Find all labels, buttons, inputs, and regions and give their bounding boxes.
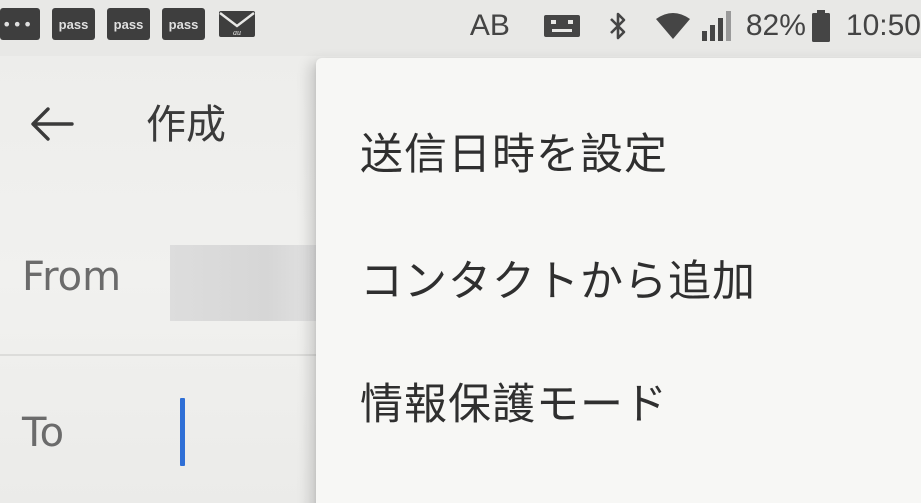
text-cursor: [180, 398, 185, 466]
pass-icon-label: pass: [113, 16, 144, 32]
clock: 10:50: [845, 9, 921, 42]
field-divider: [0, 354, 330, 356]
cellular-signal-icon: [701, 11, 731, 41]
battery-percentage: 82%: [745, 9, 806, 42]
menu-item-add-from-contacts[interactable]: コンタクトから追加: [316, 219, 921, 337]
pass-icon-label: pass: [168, 16, 199, 32]
page-title: 作成: [146, 102, 226, 148]
notification-icons: ••• pass pass pass au: [0, 6, 257, 42]
pass-notification-icon: pass: [52, 8, 95, 40]
more-notifications-icon: •••: [0, 8, 40, 40]
wifi-icon: [655, 13, 690, 39]
overflow-menu: 送信日時を設定 コンタクトから追加 情報保護モード: [316, 58, 921, 503]
bluetooth-icon: [609, 12, 626, 40]
menu-item-schedule-send[interactable]: 送信日時を設定: [316, 92, 921, 210]
to-recipient-input[interactable]: [170, 390, 324, 472]
menu-item-label: 情報保護モード: [360, 380, 668, 430]
pass-notification-icon: pass: [107, 8, 150, 40]
ab-indicator: AB: [469, 9, 510, 42]
au-mail-icon: au: [219, 11, 255, 37]
more-glyph: •••: [2, 14, 34, 34]
to-label: To: [22, 410, 65, 456]
menu-item-label: 送信日時を設定: [360, 130, 668, 180]
sim-card-icon: [543, 15, 580, 37]
pass-icon-label: pass: [58, 16, 89, 32]
menu-item-confidential-mode[interactable]: 情報保護モード: [316, 342, 921, 460]
battery-icon: [811, 10, 830, 42]
back-arrow-icon[interactable]: [28, 104, 76, 144]
mail-icon-label: au: [233, 28, 241, 37]
menu-item-label: コンタクトから追加: [360, 257, 756, 307]
pass-notification-icon: pass: [162, 8, 205, 40]
from-account-selector[interactable]: [170, 245, 320, 321]
status-bar: ••• pass pass pass au AB 82% 10:50: [0, 0, 921, 56]
from-label: From: [22, 254, 122, 300]
system-icons: AB 82% 10:50: [470, 6, 921, 46]
